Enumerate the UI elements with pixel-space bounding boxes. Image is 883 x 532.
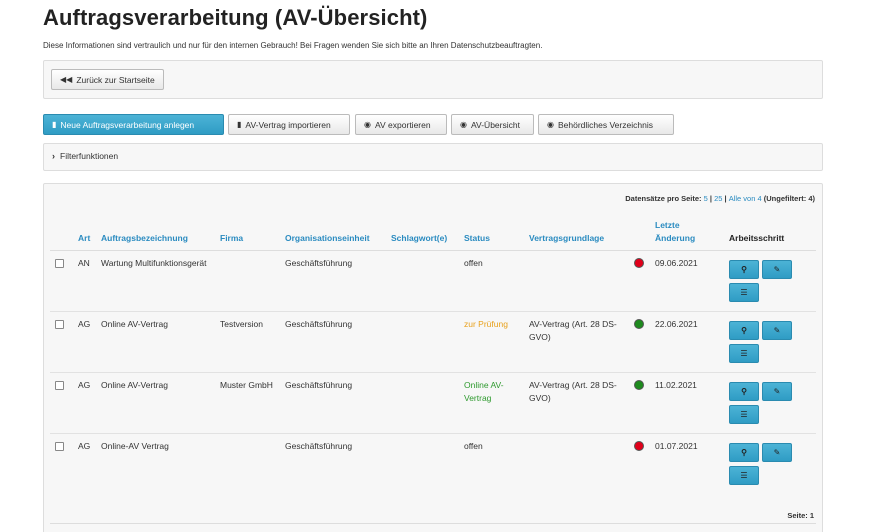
page-title: Auftragsverarbeitung (AV-Übersicht) — [43, 5, 428, 30]
edit-button[interactable]: ✎ — [762, 260, 792, 279]
edit-button[interactable]: ✎ — [762, 443, 792, 462]
cell-org: Geschäftsführung — [285, 319, 353, 329]
row-checkbox[interactable] — [55, 259, 64, 268]
pencil-icon: ✎ — [773, 387, 781, 396]
cell-org: Geschäftsführung — [285, 441, 353, 451]
file-icon: ▮ — [52, 120, 57, 129]
list-button[interactable]: ☰ — [729, 466, 759, 485]
list-button[interactable]: ☰ — [729, 344, 759, 363]
av-overview-label: AV-Übersicht — [470, 119, 520, 130]
info-circle-icon: ◉ — [364, 120, 371, 129]
status-indicator-dot — [634, 441, 644, 451]
row-checkbox[interactable] — [55, 381, 64, 390]
pencil-icon: ✎ — [773, 448, 781, 457]
column-header-arbeitsschritt: Arbeitsschritt — [729, 233, 785, 243]
view-button[interactable]: ⚲ — [729, 382, 759, 401]
row-checkbox[interactable] — [55, 320, 64, 329]
cell-datum: 09.06.2021 — [655, 258, 698, 268]
list-icon: ☰ — [740, 471, 748, 480]
search-icon: ⚲ — [741, 387, 747, 396]
av-overview-button[interactable]: ◉ AV-Übersicht — [451, 114, 534, 135]
cell-art: AG — [78, 319, 91, 329]
footer-divider — [50, 523, 816, 524]
view-button[interactable]: ⚲ — [729, 321, 759, 340]
list-button[interactable]: ☰ — [729, 405, 759, 424]
pencil-icon: ✎ — [773, 326, 781, 335]
column-header-status[interactable]: Status — [464, 232, 490, 245]
column-header-art[interactable]: Art — [78, 232, 90, 245]
status-indicator-dot — [634, 258, 644, 268]
search-icon: ⚲ — [741, 265, 747, 274]
export-av-button[interactable]: ◉ AV exportieren — [355, 114, 447, 135]
pencil-icon: ✎ — [773, 265, 781, 274]
row-divider — [50, 372, 816, 373]
row-divider — [50, 433, 816, 434]
new-av-label: Neue Auftragsverarbeitung anlegen — [60, 119, 195, 130]
search-icon: ⚲ — [741, 326, 747, 335]
pager-suffix: (Ungefiltert: 4) — [761, 194, 815, 203]
filter-toggle[interactable]: › Filterfunktionen — [52, 151, 118, 161]
list-button[interactable]: ☰ — [729, 283, 759, 302]
authority-registry-label: Behördliches Verzeichnis — [557, 119, 653, 130]
column-header-schlagwort[interactable]: Schlagwort(e) — [391, 232, 447, 245]
column-header-grundlage[interactable]: Vertragsgrundlage — [529, 232, 604, 245]
column-header-org[interactable]: Organisationseinheit — [285, 232, 370, 245]
cell-bezeichnung: Wartung Multifunktionsgerät — [101, 258, 207, 268]
authority-registry-button[interactable]: ◉ Behördliches Verzeichnis — [538, 114, 674, 135]
cell-status: Online AV-Vertrag — [464, 380, 504, 403]
edit-button[interactable]: ✎ — [762, 382, 792, 401]
cell-status: zur Prüfung — [464, 319, 508, 329]
cell-firma: Testversion — [220, 319, 263, 329]
cell-datum: 01.07.2021 — [655, 441, 698, 451]
page-indicator: Seite: 1 — [787, 511, 814, 520]
status-indicator-dot — [634, 319, 644, 329]
cell-org: Geschäftsführung — [285, 380, 353, 390]
filter-label: Filterfunktionen — [60, 151, 119, 161]
cell-datum: 22.06.2021 — [655, 319, 698, 329]
file-icon: ▮ — [237, 120, 242, 129]
cell-status: offen — [464, 441, 483, 451]
search-icon: ⚲ — [741, 448, 747, 457]
backward-icon: ◀◀ — [60, 75, 73, 84]
back-to-start-button[interactable]: ◀◀ Zurück zur Startseite — [51, 69, 164, 90]
export-av-label: AV exportieren — [374, 119, 431, 130]
header-divider — [50, 250, 816, 251]
row-divider — [50, 311, 816, 312]
cell-art: AG — [78, 380, 91, 390]
back-button-label: Zurück zur Startseite — [76, 74, 155, 85]
column-header-firma[interactable]: Firma — [220, 232, 243, 245]
cell-art: AG — [78, 441, 91, 451]
cell-status: offen — [464, 258, 483, 268]
records-per-page: Datensätze pro Seite: 5 | 25 | Alle von … — [625, 194, 815, 203]
pager-prefix: Datensätze pro Seite: — [625, 194, 702, 203]
per-page-all-link[interactable]: Alle von 4 — [729, 194, 762, 203]
column-header-bezeichnung[interactable]: Auftragsbezeichnung — [101, 232, 188, 245]
list-icon: ☰ — [740, 288, 748, 297]
filter-panel — [43, 143, 823, 171]
confidentiality-notice: Diese Informationen sind vertraulich und… — [43, 41, 543, 50]
view-button[interactable]: ⚲ — [729, 260, 759, 279]
cell-firma: Muster GmbH — [220, 380, 273, 390]
view-button[interactable]: ⚲ — [729, 443, 759, 462]
column-header-aenderung[interactable]: Letzte Änderung — [655, 219, 715, 245]
row-checkbox[interactable] — [55, 442, 64, 451]
cell-grundlage: AV-Vertrag (Art. 28 DS-GVO) — [529, 319, 617, 342]
cell-art: AN — [78, 258, 90, 268]
chevron-right-icon: › — [52, 151, 55, 161]
list-icon: ☰ — [740, 349, 748, 358]
cell-datum: 11.02.2021 — [655, 380, 697, 390]
cell-bezeichnung: Online AV-Vertrag — [101, 380, 168, 390]
list-icon: ☰ — [740, 410, 748, 419]
info-circle-icon: ◉ — [460, 120, 467, 129]
cell-bezeichnung: Online AV-Vertrag — [101, 319, 168, 329]
import-av-button[interactable]: ▮ AV-Vertrag importieren — [228, 114, 350, 135]
edit-button[interactable]: ✎ — [762, 321, 792, 340]
status-indicator-dot — [634, 380, 644, 390]
cell-bezeichnung: Online-AV Vertrag — [101, 441, 169, 451]
new-av-button[interactable]: ▮ Neue Auftragsverarbeitung anlegen — [43, 114, 224, 135]
cell-grundlage: AV-Vertrag (Art. 28 DS-GVO) — [529, 380, 617, 403]
info-circle-icon: ◉ — [547, 120, 554, 129]
import-av-label: AV-Vertrag importieren — [245, 119, 331, 130]
cell-org: Geschäftsführung — [285, 258, 353, 268]
